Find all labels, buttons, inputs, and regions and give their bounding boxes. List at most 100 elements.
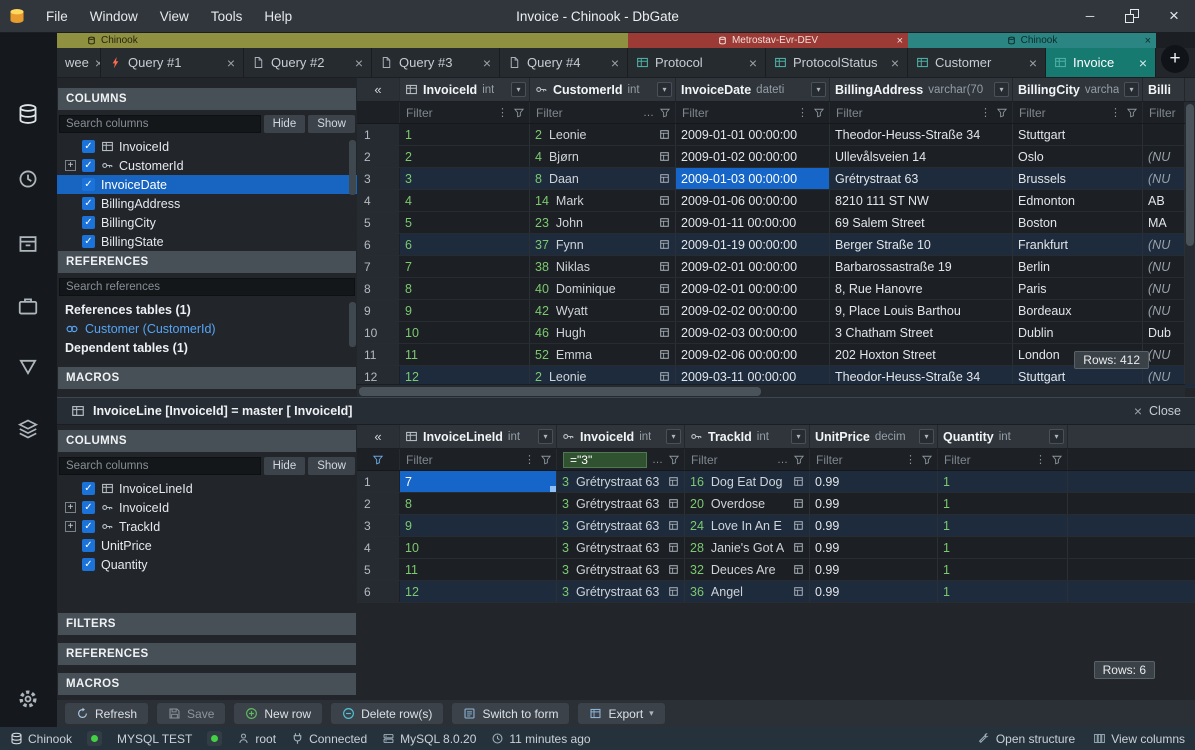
tab-protocol[interactable]: Protocol× xyxy=(628,48,766,77)
hide-button[interactable]: Hide xyxy=(264,115,306,133)
filter-input-unitprice[interactable]: Filter⋮ xyxy=(810,449,938,470)
menu-dots-icon[interactable]: ⋮ xyxy=(1035,453,1046,466)
row-number[interactable]: 7 xyxy=(357,256,400,277)
cell-invoiceid[interactable]: 3Grétrystraat 63 xyxy=(557,537,685,558)
cell-trackid[interactable]: 16Dog Eat Dog xyxy=(685,471,810,492)
row-number[interactable]: 1 xyxy=(357,124,400,145)
cell-invoicedate[interactable]: 2009-01-19 00:00:00 xyxy=(676,234,830,255)
cell-billingaddress[interactable]: Berger Straße 10 xyxy=(830,234,1013,255)
column-header-invoicelineid[interactable]: InvoiceLineIdint▾ xyxy=(400,425,557,448)
clear-filter-button[interactable] xyxy=(357,449,400,470)
cell-billingstate[interactable]: (NU xyxy=(1143,300,1185,321)
checkbox-checked[interactable]: ✓ xyxy=(82,501,95,514)
column-item-invoiceid[interactable]: ✓InvoiceId xyxy=(57,137,357,156)
row-number[interactable]: 2 xyxy=(357,146,400,167)
active-filter-value[interactable]: ="3" xyxy=(563,452,647,468)
chevron-down-icon[interactable]: ▾ xyxy=(1124,82,1139,97)
column-header-customerid[interactable]: CustomerIdint▾ xyxy=(530,78,676,101)
archive-icon[interactable] xyxy=(17,233,39,255)
checkbox-checked[interactable]: ✓ xyxy=(82,539,95,552)
chevron-down-icon[interactable]: ▾ xyxy=(657,82,672,97)
row-number[interactable]: 3 xyxy=(357,168,400,189)
cell-customerid[interactable]: 37Fynn xyxy=(530,234,676,255)
delete-rows-button[interactable]: Delete row(s) xyxy=(331,703,443,724)
cell-billingaddress[interactable]: 69 Salem Street xyxy=(830,212,1013,233)
cell-billingcity[interactable]: Oslo xyxy=(1013,146,1143,167)
show-button[interactable]: Show xyxy=(308,115,355,133)
row-number[interactable]: 9 xyxy=(357,300,400,321)
cell-billingaddress[interactable]: 202 Hoxton Street xyxy=(830,344,1013,365)
chevron-down-icon[interactable]: ▾ xyxy=(919,429,934,444)
cell-billingstate[interactable]: MA xyxy=(1143,212,1185,233)
vertical-scrollbar[interactable] xyxy=(1185,102,1195,384)
cell-invoiceid[interactable]: 2 xyxy=(400,146,530,167)
close-icon[interactable]: × xyxy=(1145,36,1151,46)
cell-invoicelineid[interactable]: 8 xyxy=(400,493,557,514)
cell-billingcity[interactable]: Stuttgart xyxy=(1013,124,1143,145)
checkbox-checked[interactable]: ✓ xyxy=(82,482,95,495)
tab-query-4[interactable]: Query #4× xyxy=(500,48,628,77)
close-icon[interactable]: × xyxy=(749,55,757,71)
cell-invoiceid[interactable]: 3Grétrystraat 63 xyxy=(557,559,685,580)
column-item-trackid[interactable]: +✓TrackId xyxy=(57,517,357,536)
checkbox-checked[interactable]: ✓ xyxy=(82,520,95,533)
cell-billingstate[interactable] xyxy=(1143,124,1185,145)
collapse-grid-button[interactable]: « xyxy=(357,78,400,101)
cell-invoicedate[interactable]: 2009-01-01 00:00:00 xyxy=(676,124,830,145)
cell-unitprice[interactable]: 0.99 xyxy=(810,515,938,536)
open-structure-button[interactable]: Open structure xyxy=(978,732,1075,746)
close-icon[interactable]: × xyxy=(611,55,619,71)
column-item-invoicelineid[interactable]: ✓InvoiceLineId xyxy=(57,479,357,498)
menu-dots-icon[interactable]: ⋮ xyxy=(524,453,535,466)
close-icon[interactable]: × xyxy=(1139,55,1147,71)
tab-protocolstatus[interactable]: ProtocolStatus× xyxy=(766,48,908,77)
cell-unitprice[interactable]: 0.99 xyxy=(810,471,938,492)
column-item-billingaddress[interactable]: ✓BillingAddress xyxy=(57,194,357,213)
cell-customerid[interactable]: 4Bjørn xyxy=(530,146,676,167)
show-button[interactable]: Show xyxy=(308,457,355,475)
cell-trackid[interactable]: 28Janie's Got A xyxy=(685,537,810,558)
menu-view[interactable]: View xyxy=(149,0,200,32)
cell-billingaddress[interactable]: 8, Rue Hanovre xyxy=(830,278,1013,299)
menu-help[interactable]: Help xyxy=(253,0,303,32)
column-header-billi[interactable]: Billi xyxy=(1143,78,1185,101)
cell-invoicedate[interactable]: 2009-02-01 00:00:00 xyxy=(676,278,830,299)
cell-trackid[interactable]: 32Deuces Are xyxy=(685,559,810,580)
cell-quantity[interactable]: 1 xyxy=(938,471,1068,492)
column-header-billingaddress[interactable]: BillingAddressvarchar(70▾ xyxy=(830,78,1013,101)
database-icon[interactable] xyxy=(17,103,39,125)
menu-file[interactable]: File xyxy=(35,0,79,32)
cell-customerid[interactable]: 8Daan xyxy=(530,168,676,189)
cell-invoicelineid[interactable]: 11 xyxy=(400,559,557,580)
cell-invoicedate[interactable]: 2009-01-02 00:00:00 xyxy=(676,146,830,167)
cell-customerid[interactable]: 52Emma xyxy=(530,344,676,365)
cell-customerid[interactable]: 38Niklas xyxy=(530,256,676,277)
row-number[interactable]: 4 xyxy=(357,190,400,211)
close-icon[interactable]: × xyxy=(1029,55,1037,71)
column-item-customerid[interactable]: +✓CustomerId xyxy=(57,156,357,175)
scrollbar-thumb[interactable] xyxy=(349,140,356,195)
search-columns-input[interactable]: Search columns xyxy=(59,115,261,133)
cell-invoicelineid[interactable]: 10 xyxy=(400,537,557,558)
close-detail-button[interactable]: × Close xyxy=(1134,403,1181,419)
close-icon[interactable]: × xyxy=(483,55,491,71)
filter-icon[interactable] xyxy=(17,356,39,378)
restore-button[interactable] xyxy=(1111,0,1153,32)
checkbox-checked[interactable]: ✓ xyxy=(82,216,95,229)
column-item-quantity[interactable]: ✓Quantity xyxy=(57,555,357,574)
ellipsis-icon[interactable]: … xyxy=(777,454,788,466)
cell-invoiceid[interactable]: 8 xyxy=(400,278,530,299)
cell-quantity[interactable]: 1 xyxy=(938,493,1068,514)
ellipsis-icon[interactable]: … xyxy=(643,107,654,119)
export-button[interactable]: Export ▾ xyxy=(578,703,664,724)
chevron-down-icon[interactable]: ▾ xyxy=(538,429,553,444)
cell-quantity[interactable]: 1 xyxy=(938,515,1068,536)
column-item-unitprice[interactable]: ✓UnitPrice xyxy=(57,536,357,555)
cell-billingstate[interactable]: (NU xyxy=(1143,234,1185,255)
tab-group-chinook-teal[interactable]: Chinook × xyxy=(908,33,1156,48)
menu-dots-icon[interactable]: ⋮ xyxy=(797,106,808,119)
new-tab-button[interactable]: + xyxy=(1161,45,1189,73)
tab-customer[interactable]: Customer× xyxy=(908,48,1046,77)
cell-billingstate[interactable]: (NU xyxy=(1143,256,1185,277)
filter-input-trackid[interactable]: Filter… xyxy=(685,449,810,470)
